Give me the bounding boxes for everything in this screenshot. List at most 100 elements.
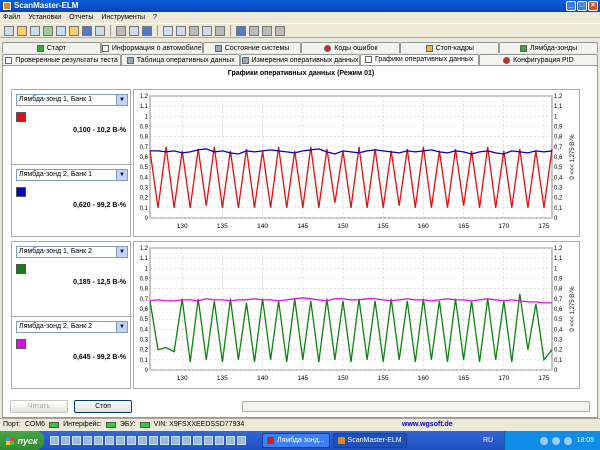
y-tick-label-left: 0,8 (140, 135, 149, 141)
quick-launch-icon[interactable] (50, 436, 59, 445)
menu-file[interactable]: Файл (3, 12, 20, 23)
chevron-down-icon[interactable]: ▼ (116, 170, 127, 180)
x-tick-label: 160 (418, 375, 429, 382)
minimize-button[interactable]: _ (566, 1, 576, 11)
new-file-icon[interactable] (163, 25, 173, 36)
quick-launch-icon[interactable] (72, 436, 81, 445)
open-file-icon[interactable] (176, 25, 186, 36)
tab-label: Графики оперативных данных (375, 56, 474, 63)
dashboard-icon[interactable] (82, 25, 92, 36)
tab-label: Лямбда-зонды (530, 44, 578, 52)
vin-label: VIN: X9FSXXEEDSSD77934 (153, 421, 245, 428)
chart-icon[interactable] (95, 25, 105, 36)
quick-launch-icon[interactable] (149, 436, 158, 445)
y-tick-label-left: 0,3 (140, 186, 149, 192)
folder-icon[interactable] (17, 25, 27, 36)
y-tick-label-left: 1,2 (140, 94, 149, 100)
y-tick-label-left: 0,3 (140, 338, 149, 344)
tab-vehicle-info[interactable]: Информация о автомобиле (100, 42, 203, 53)
menu-help[interactable]: ? (153, 12, 157, 23)
menu-reports[interactable]: Отчеты (69, 12, 93, 23)
tab-pid-config[interactable]: Конфигурация PID (478, 54, 599, 65)
tray-icon[interactable] (564, 436, 573, 445)
quick-launch-icon[interactable] (215, 436, 224, 445)
taskbar-task[interactable]: Лямбда зонд... (262, 433, 330, 448)
maximize-button[interactable]: □ (577, 1, 587, 11)
x-tick-label: 150 (338, 375, 349, 382)
y-tick-label-left: 0,9 (140, 277, 149, 283)
language-indicator[interactable]: RU (483, 437, 493, 444)
table-icon[interactable] (43, 25, 53, 36)
chevron-down-icon[interactable]: ▼ (116, 95, 127, 105)
menu-settings[interactable]: Установки (28, 12, 61, 23)
tab-live-data-table[interactable]: Таблица оперативных данных (121, 54, 241, 65)
start-button[interactable]: пуск (0, 431, 44, 450)
quick-launch-icon[interactable] (226, 436, 235, 445)
save-icon[interactable] (30, 25, 40, 36)
website-link[interactable]: www.wgsoft.de (402, 421, 453, 428)
title-bar: ScanMaster-ELM _ □ × (0, 0, 600, 12)
monitor-icon[interactable] (116, 25, 126, 36)
trouble-code-icon[interactable] (69, 25, 79, 36)
menu-tools[interactable]: Инструменты (101, 12, 145, 23)
info-icon[interactable] (236, 25, 246, 36)
read-button[interactable]: Читать (10, 400, 68, 413)
tab-lambda-sensors[interactable]: Лямбда-зонды (499, 42, 599, 53)
quick-launch-icon[interactable] (116, 436, 125, 445)
quick-launch-icon[interactable] (94, 436, 103, 445)
quick-launch-icon[interactable] (83, 436, 92, 445)
quick-launch-icon[interactable] (193, 436, 202, 445)
tab-system-status[interactable]: Состояние системы (202, 42, 302, 53)
quick-launch-icon[interactable] (138, 436, 147, 445)
paste-icon[interactable] (215, 25, 225, 36)
x-tick-label: 165 (458, 375, 469, 382)
sensor-select[interactable]: Лямбда-зонд 1, Банк 1 ▼ (16, 94, 128, 106)
stop-button[interactable]: Стоп (74, 400, 132, 413)
chevron-down-icon[interactable]: ▼ (116, 322, 127, 332)
quick-launch-icon[interactable] (160, 436, 169, 445)
tab-live-data-graphs[interactable]: Графики оперативных данных (359, 54, 479, 65)
quick-launch-icon[interactable] (182, 436, 191, 445)
copy-icon[interactable] (202, 25, 212, 36)
sensor-range: 0,100 - 10,2 В-% (73, 127, 126, 134)
series-color-swatch[interactable] (16, 187, 26, 197)
quick-launch-icon[interactable] (204, 436, 213, 445)
task-label: ScanMaster-ELM (347, 437, 402, 444)
play-icon[interactable] (262, 25, 272, 36)
tray-icon[interactable] (540, 436, 549, 445)
sensor-select[interactable]: Лямбда-зонд 1, Банк 2 ▼ (16, 246, 128, 258)
quick-launch-icon[interactable] (127, 436, 136, 445)
port-value: COM6 (24, 421, 46, 428)
tab-start[interactable]: Старт (2, 42, 101, 53)
stop-icon[interactable] (275, 25, 285, 36)
record-icon[interactable] (249, 25, 259, 36)
quick-launch-icon[interactable] (237, 436, 246, 445)
chevron-down-icon[interactable]: ▼ (116, 247, 127, 257)
print-icon[interactable] (189, 25, 199, 36)
quick-launch-icon[interactable] (61, 436, 70, 445)
y-tick-label-left: 0,5 (140, 165, 149, 171)
quick-launch-icon[interactable] (171, 436, 180, 445)
taskbar-task-active[interactable]: ScanMaster-ELM (332, 433, 407, 448)
series-color-swatch[interactable] (16, 264, 26, 274)
y-tick-label-right: 0,8 (554, 287, 563, 293)
tab-freeze-frames[interactable]: Стоп-кадры (400, 42, 500, 53)
quick-launch-icon[interactable] (105, 436, 114, 445)
tab-live-data-measure[interactable]: Измерения оперативных данных (240, 54, 360, 65)
tab-test-results[interactable]: Проверенные результаты теста (2, 54, 122, 65)
gauge-icon[interactable] (142, 25, 152, 36)
table-icon (126, 56, 134, 64)
series-color-swatch[interactable] (16, 112, 26, 122)
sensor-select[interactable]: Лямбда-зонд 2, Банк 2 ▼ (16, 321, 128, 333)
tab-error-codes[interactable]: Коды ошибок (301, 42, 401, 53)
y-tick-label-left: 0,6 (140, 307, 149, 313)
sensor-select[interactable]: Лямбда-зонд 2, Банк 1 ▼ (16, 169, 128, 181)
close-button[interactable]: × (588, 1, 598, 11)
horizontal-scrollbar[interactable] (242, 401, 590, 412)
tray-icon[interactable] (552, 436, 561, 445)
document-icon[interactable] (129, 25, 139, 36)
connect-icon[interactable] (4, 25, 14, 36)
grid-icon[interactable] (56, 25, 66, 36)
series-color-swatch[interactable] (16, 339, 26, 349)
lambda-icon (520, 44, 528, 52)
